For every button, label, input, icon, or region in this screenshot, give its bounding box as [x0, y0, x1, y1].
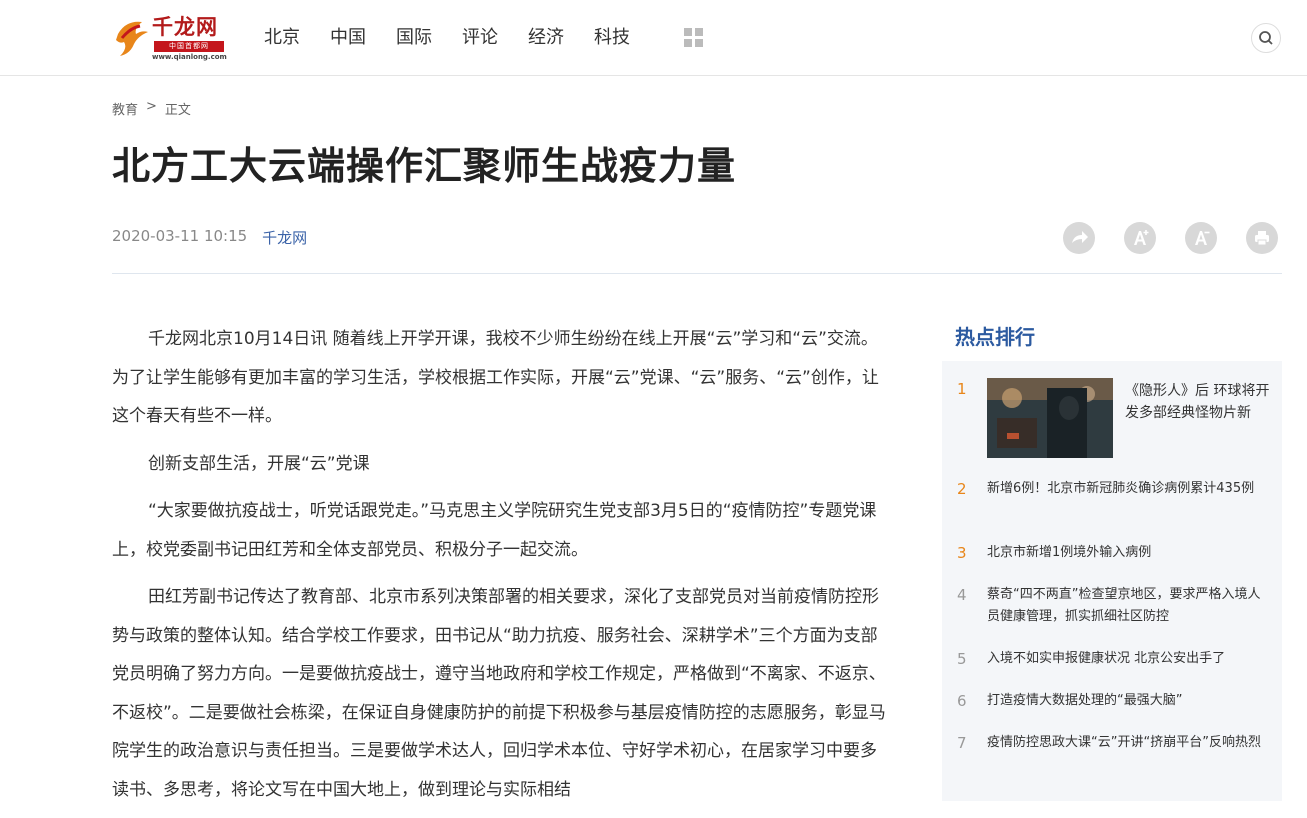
logo-tagline: 中国首都网	[154, 41, 224, 52]
print-icon	[1255, 231, 1269, 246]
nav-item-tech[interactable]: 科技	[594, 24, 630, 52]
rank-number: 6	[957, 692, 967, 710]
site-logo[interactable]: 千龙网 中国首都网 www.qianlong.com	[112, 14, 228, 62]
hot-item-link[interactable]: 北京市新增1例境外输入病例	[987, 542, 1272, 564]
hot-item-link[interactable]: 入境不如实申报健康状况 北京公安出手了	[987, 648, 1272, 670]
article-datetime: 2020-03-11 10:15	[112, 227, 248, 245]
search-icon	[1259, 31, 1273, 45]
article-body: 千龙网北京10月14日讯 随着线上开学开课，我校不少师生纷纷在线上开展“云”学习…	[112, 320, 892, 818]
article-paragraph: “大家要做抗疫战士，听党话跟党走。”马克思主义学院研究生党支部3月5日的“疫情防…	[112, 501, 877, 560]
logo-brand: 千龙网	[152, 15, 218, 39]
rank-number: 3	[957, 544, 967, 562]
article-subheading: 创新支部生活，开展“云”党课	[148, 453, 370, 474]
hot-item-link[interactable]: 疫情防控思政大课“云”开讲“挤崩平台”反响热烈	[987, 732, 1272, 754]
font-increase-icon	[1134, 230, 1149, 245]
nav-item-international[interactable]: 国际	[396, 24, 432, 52]
breadcrumb-separator: >	[146, 99, 157, 114]
hot-item-link[interactable]: 蔡奇“四不两直”检查望京地区，要求严格入境人员健康管理，抓实抓细社区防控	[987, 584, 1272, 628]
nav-item-beijing[interactable]: 北京	[264, 24, 300, 52]
thumbnail-image	[987, 378, 1113, 458]
site-header: 千龙网 中国首都网 www.qianlong.com 北京 中国 国际 评论 经…	[0, 0, 1307, 76]
breadcrumb-section-link[interactable]: 教育	[112, 99, 138, 118]
rank-number: 4	[957, 586, 967, 604]
hot-item-link[interactable]: 打造疫情大数据处理的“最强大脑”	[987, 690, 1272, 712]
rank-number: 1	[957, 380, 967, 398]
hot-item-link[interactable]: 《隐形人》后 环球将开发多部经典怪物片新	[1125, 380, 1275, 424]
rank-number: 2	[957, 480, 967, 498]
article-paragraph: 千龙网北京10月14日讯 随着线上开学开课，我校不少师生纷纷在线上开展“云”学习…	[112, 329, 879, 426]
article-meta: 2020-03-11 10:15 千龙网	[112, 227, 307, 248]
print-button[interactable]	[1246, 222, 1278, 254]
main-nav: 北京 中国 国际 评论 经济 科技	[264, 24, 660, 52]
breadcrumb-current: 正文	[164, 103, 191, 118]
article-tools	[1063, 222, 1278, 254]
font-decrease-icon	[1195, 231, 1210, 245]
hot-ranking-title: 热点排行	[955, 325, 1035, 349]
article-title: 北方工大云端操作汇聚师生战疫力量	[112, 144, 737, 188]
nav-item-china[interactable]: 中国	[330, 24, 366, 52]
share-button[interactable]	[1063, 222, 1095, 254]
hot-item-link[interactable]: 新增6例！北京市新冠肺炎确诊病例累计435例	[987, 478, 1272, 500]
hot-item-thumbnail[interactable]	[987, 378, 1113, 458]
apps-grid-icon[interactable]	[684, 28, 704, 48]
article-source-link[interactable]: 千龙网	[262, 227, 307, 248]
breadcrumb: 教育 > 正文	[112, 99, 199, 118]
font-decrease-button[interactable]	[1185, 222, 1217, 254]
logo-url: www.qianlong.com	[152, 53, 227, 61]
nav-item-opinion[interactable]: 评论	[462, 24, 498, 52]
article-paragraph: 田红芳副书记传达了教育部、北京市系列决策部署的相关要求，深化了支部党员对当前疫情…	[112, 587, 886, 800]
header-divider	[112, 273, 1282, 274]
dragon-logo-icon	[116, 21, 148, 56]
rank-number: 5	[957, 650, 967, 668]
nav-item-economy[interactable]: 经济	[528, 24, 564, 52]
share-icon	[1072, 231, 1088, 243]
search-button[interactable]	[1251, 23, 1281, 53]
font-increase-button[interactable]	[1124, 222, 1156, 254]
rank-number: 7	[957, 734, 967, 752]
